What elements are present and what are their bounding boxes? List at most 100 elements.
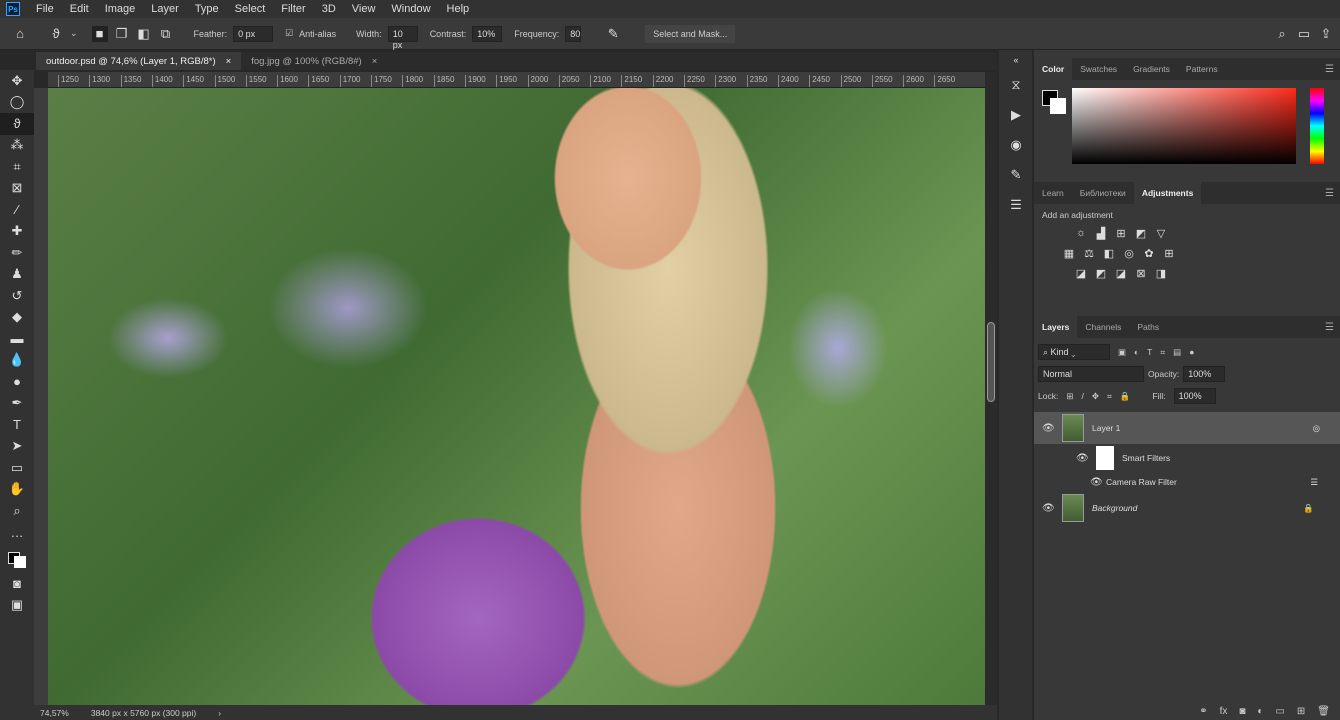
brush-settings-icon[interactable]: ✎ — [999, 160, 1033, 190]
tab-libraries[interactable]: Библиотеки — [1072, 182, 1134, 204]
brightness-icon[interactable]: ☼ — [1074, 226, 1088, 240]
antialias-checkbox[interactable]: ☑ — [285, 28, 293, 39]
tab-swatches[interactable]: Swatches — [1072, 58, 1125, 80]
new-selection-icon[interactable]: ■ — [91, 25, 108, 42]
tab-layers[interactable]: Layers — [1034, 316, 1078, 338]
path-selection-tool-icon[interactable]: ➤ — [0, 436, 34, 458]
tab-patterns[interactable]: Patterns — [1178, 58, 1226, 80]
pen-tool-icon[interactable]: ✒ — [0, 393, 34, 415]
new-layer-icon[interactable]: ⊞ — [1297, 706, 1305, 717]
color-balance-icon[interactable]: ⚖ — [1082, 246, 1096, 260]
fx-icon[interactable]: fx — [1220, 706, 1228, 717]
healing-brush-tool-icon[interactable]: ✚ — [0, 221, 34, 243]
eraser-tool-icon[interactable]: ◆ — [0, 307, 34, 329]
frequency-input[interactable]: 80 — [565, 25, 582, 42]
adjustment-filter-icon[interactable]: ◐ — [1134, 347, 1139, 357]
intersect-selection-icon[interactable]: ⧉ — [158, 26, 174, 42]
blend-mode-select[interactable]: Normal — [1038, 366, 1144, 382]
feather-input[interactable]: 0 px — [233, 25, 274, 42]
opacity-input[interactable]: 100% — [1183, 366, 1226, 382]
menu-edit[interactable]: Edit — [62, 3, 97, 15]
type-tool-icon[interactable]: T — [0, 414, 34, 436]
lock-image-icon[interactable]: / — [1081, 391, 1083, 401]
filter-options-icon[interactable]: ☰ — [1310, 477, 1318, 488]
visibility-eye-icon[interactable]: 👁 — [1090, 477, 1104, 488]
menu-3d[interactable]: 3D — [314, 3, 344, 15]
tab-outdoor[interactable]: outdoor.psd @ 74,6% (Layer 1, RGB/8*) × — [36, 52, 242, 70]
shape-tool-icon[interactable]: ▭ — [0, 457, 34, 479]
menu-help[interactable]: Help — [439, 3, 478, 15]
dodge-tool-icon[interactable]: ● — [0, 371, 34, 393]
lasso-tool-icon[interactable]: ϑ — [0, 113, 34, 135]
layer-row[interactable]: 👁 Layer 1 ◎ — [1034, 412, 1340, 444]
gradient-map-icon[interactable]: ⊠ — [1134, 266, 1148, 280]
panel-menu-icon[interactable]: ☰ — [1325, 188, 1334, 199]
pixel-filter-icon[interactable]: ▣ — [1118, 347, 1126, 358]
crop-tool-icon[interactable]: ⌗ — [0, 156, 34, 178]
magnetic-lasso-icon[interactable]: ϑ — [48, 26, 64, 42]
menu-file[interactable]: File — [28, 3, 62, 15]
menu-image[interactable]: Image — [97, 3, 144, 15]
hue-saturation-icon[interactable]: ▦ — [1062, 246, 1076, 260]
filter-toggle-icon[interactable]: ● — [1189, 347, 1194, 357]
hue-slider[interactable] — [1310, 88, 1324, 164]
shape-filter-icon[interactable]: ⌗ — [1160, 347, 1165, 358]
move-tool-icon[interactable]: ✥ — [0, 70, 34, 92]
photo-filter-icon[interactable]: ◎ — [1122, 246, 1136, 260]
exposure-icon[interactable]: ◩ — [1134, 226, 1148, 240]
document-canvas[interactable] — [48, 88, 985, 705]
tab-gradients[interactable]: Gradients — [1125, 58, 1178, 80]
panel-menu-icon[interactable]: ☰ — [1325, 64, 1334, 75]
frame-tool-icon[interactable]: ⊠ — [0, 178, 34, 200]
lock-all-icon[interactable]: 🔒 — [1120, 391, 1131, 402]
history-brush-tool-icon[interactable]: ↺ — [0, 285, 34, 307]
adjust-sliders-icon[interactable]: ☰ — [999, 190, 1033, 220]
color-field[interactable] — [1072, 88, 1296, 164]
workspace-icon[interactable]: ▭ — [1296, 26, 1312, 42]
group-icon[interactable]: ▭ — [1275, 706, 1284, 717]
magic-wand-tool-icon[interactable]: ⁂ — [0, 135, 34, 157]
quick-mask-icon[interactable]: ◙ — [0, 573, 34, 595]
tab-learn[interactable]: Learn — [1034, 182, 1072, 204]
scroll-thumb[interactable] — [987, 322, 995, 402]
foreground-background-color-icon[interactable] — [0, 543, 34, 573]
camera-raw-filter-row[interactable]: 👁 Camera Raw Filter ☰ — [1034, 472, 1340, 492]
visibility-eye-icon[interactable]: 👁 — [1076, 453, 1090, 464]
pen-pressure-icon[interactable]: ✎ — [605, 26, 621, 42]
close-icon[interactable]: × — [226, 56, 232, 67]
layer-row[interactable]: 👁 Background 🔒 — [1034, 492, 1340, 524]
stamp-tool-icon[interactable]: ♟ — [0, 264, 34, 286]
zoom-tool-icon[interactable]: ⌕ — [0, 500, 34, 522]
visibility-eye-icon[interactable]: 👁 — [1042, 503, 1056, 514]
menu-filter[interactable]: Filter — [273, 3, 313, 15]
lock-artboard-icon[interactable]: ⌗ — [1107, 391, 1112, 402]
select-and-mask-button[interactable]: Select and Mask... — [645, 24, 736, 43]
blur-tool-icon[interactable]: 💧 — [0, 350, 34, 372]
panel-menu-icon[interactable]: ☰ — [1325, 322, 1334, 333]
brush-tool-icon[interactable]: ✏ — [0, 242, 34, 264]
hand-tool-icon[interactable]: ✋ — [0, 479, 34, 501]
lock-transparent-icon[interactable]: ⊞ — [1066, 391, 1073, 402]
share-icon[interactable]: ⇪ — [1318, 26, 1334, 42]
adjustment-layer-icon[interactable]: ◐ — [1257, 706, 1263, 717]
marquee-tool-icon[interactable]: ◯ — [0, 92, 34, 114]
collapse-icon[interactable]: « — [999, 50, 1033, 70]
delete-icon[interactable]: 🗑 — [1317, 706, 1330, 717]
smart-filters-row[interactable]: 👁 Smart Filters — [1034, 444, 1340, 472]
menu-layer[interactable]: Layer — [143, 3, 187, 15]
add-selection-icon[interactable]: ❐ — [114, 26, 130, 42]
screen-mode-icon[interactable]: ▣ — [0, 595, 34, 617]
tab-color[interactable]: Color — [1034, 58, 1073, 80]
filter-kind-select[interactable]: ⌕ Kind ⌄ — [1038, 344, 1110, 360]
tab-fog[interactable]: fog.jpg @ 100% (RGB/8#) × — [241, 52, 387, 70]
chevron-right-icon[interactable]: › — [218, 708, 221, 718]
more-tools-icon[interactable]: … — [0, 522, 34, 544]
black-white-icon[interactable]: ◧ — [1102, 246, 1116, 260]
gradient-tool-icon[interactable]: ▬ — [0, 328, 34, 350]
smart-object-filter-icon[interactable]: ▤ — [1173, 347, 1181, 358]
contrast-input[interactable]: 10% — [472, 25, 503, 42]
link-icon[interactable]: ⚭ — [1199, 706, 1207, 717]
home-icon[interactable]: ⌂ — [12, 26, 28, 42]
fill-input[interactable]: 100% — [1173, 388, 1216, 404]
smart-filter-indicator-icon[interactable]: ◎ — [1313, 423, 1320, 434]
